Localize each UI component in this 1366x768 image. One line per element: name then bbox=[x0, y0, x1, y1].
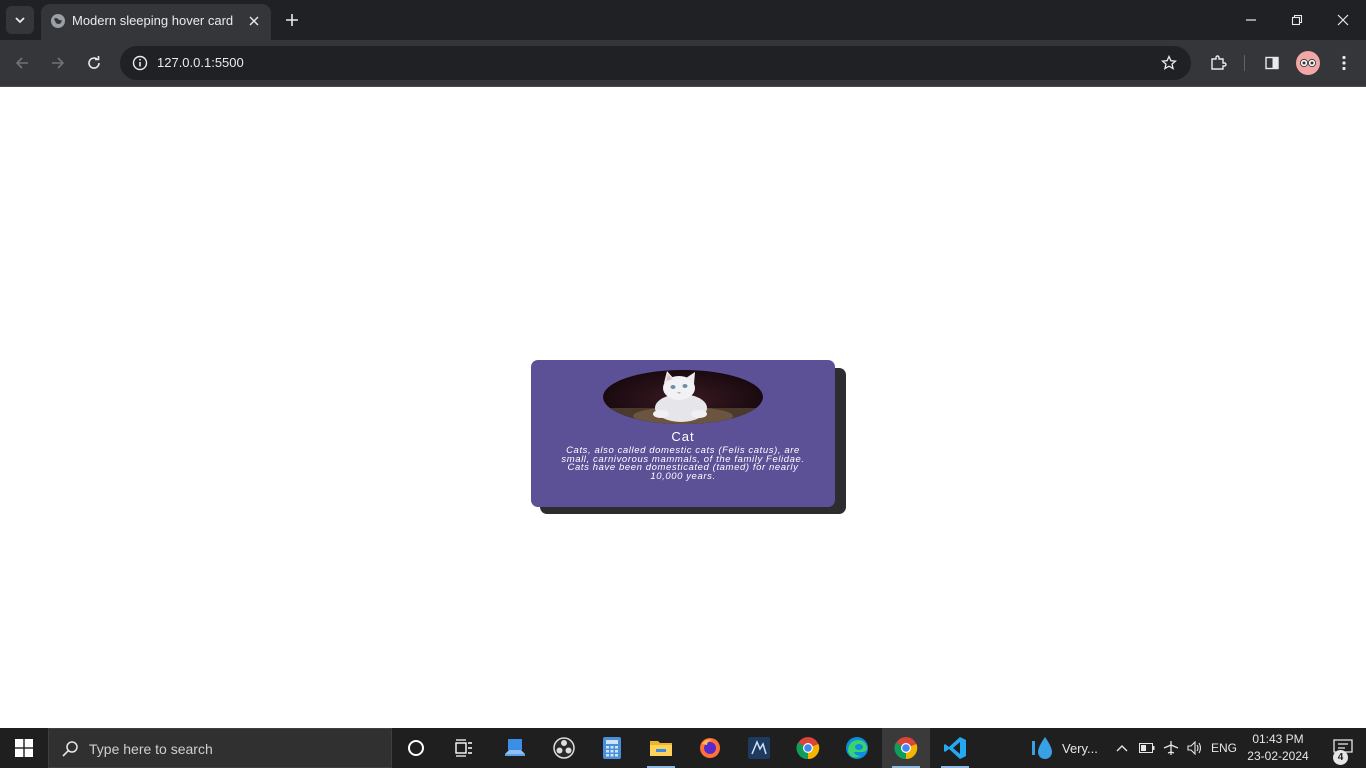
forward-button[interactable] bbox=[45, 50, 71, 76]
bookmark-button[interactable] bbox=[1157, 51, 1181, 75]
vscode-icon bbox=[944, 737, 966, 759]
star-icon bbox=[1161, 55, 1177, 70]
folder-icon bbox=[650, 741, 672, 756]
restore-button[interactable] bbox=[1274, 0, 1320, 40]
volume-icon bbox=[1187, 741, 1202, 755]
arrow-right-icon bbox=[52, 57, 65, 69]
taskbar-app-chrome-active[interactable] bbox=[882, 728, 930, 768]
globe-icon bbox=[51, 14, 65, 28]
site-info-button[interactable] bbox=[128, 51, 152, 75]
reload-button[interactable] bbox=[81, 50, 107, 76]
taskbar-app-obs[interactable] bbox=[540, 728, 588, 768]
active-tab[interactable]: Modern sleeping hover card bbox=[41, 4, 271, 40]
toolbar-separator bbox=[1244, 55, 1245, 71]
task-view-icon bbox=[455, 739, 472, 757]
taskbar-app-mysql-workbench[interactable] bbox=[735, 728, 783, 768]
hover-card[interactable]: Cat Cats, also called domestic cats (Fel… bbox=[531, 360, 835, 507]
profile-glasses-icon bbox=[1299, 58, 1317, 68]
search-icon bbox=[62, 741, 78, 757]
taskbar-app-vscode[interactable] bbox=[931, 728, 979, 768]
taskbar-app-edge[interactable] bbox=[833, 728, 881, 768]
profile-avatar[interactable] bbox=[1296, 51, 1320, 75]
chrome-icon bbox=[894, 737, 918, 760]
card-description: Cats, also called domestic cats (Felis c… bbox=[561, 445, 805, 482]
info-icon bbox=[132, 55, 148, 71]
chevron-down-icon bbox=[15, 17, 25, 24]
airplane-icon bbox=[1163, 741, 1179, 755]
weather-text: Very... bbox=[1062, 740, 1098, 756]
url-text: 127.0.0.1:5500 bbox=[157, 55, 244, 70]
calculator-icon bbox=[603, 737, 621, 759]
tab-search-button[interactable] bbox=[6, 6, 34, 34]
close-icon bbox=[249, 16, 259, 26]
notification-count-badge: 4 bbox=[1333, 750, 1348, 765]
cat-image bbox=[603, 370, 763, 424]
clock[interactable]: 01:43 PM 23-02-2024 bbox=[1240, 731, 1316, 765]
arrow-left-icon bbox=[15, 57, 28, 69]
weather-widget[interactable]: Very... bbox=[1030, 728, 1098, 768]
tab-close-button[interactable] bbox=[245, 12, 263, 30]
task-view-button[interactable] bbox=[440, 728, 488, 768]
address-bar[interactable]: 127.0.0.1:5500 bbox=[120, 46, 1191, 80]
search-placeholder: Type here to search bbox=[89, 741, 213, 757]
browser-toolbar: 127.0.0.1:5500 bbox=[0, 40, 1366, 86]
minimize-button[interactable] bbox=[1228, 0, 1274, 40]
volume-button[interactable] bbox=[1184, 728, 1206, 768]
battery-button[interactable] bbox=[1136, 728, 1158, 768]
workbench-icon bbox=[748, 737, 770, 759]
minimize-icon bbox=[1246, 19, 1256, 21]
input-language[interactable]: ENG bbox=[1211, 741, 1237, 755]
plus-icon bbox=[286, 14, 298, 26]
side-panel-icon bbox=[1265, 56, 1279, 70]
browser-tab-bar: Modern sleeping hover card bbox=[0, 0, 1366, 40]
clock-time: 01:43 PM bbox=[1252, 732, 1304, 746]
taskbar-app-chrome[interactable] bbox=[784, 728, 832, 768]
more-vertical-icon bbox=[1342, 55, 1346, 71]
close-icon bbox=[1337, 14, 1349, 26]
taskbar-search[interactable]: Type here to search bbox=[48, 728, 392, 768]
cortana-button[interactable] bbox=[392, 728, 440, 768]
cortana-icon bbox=[408, 740, 424, 756]
taskbar-app-firefox[interactable] bbox=[686, 728, 734, 768]
edge-icon bbox=[846, 737, 868, 759]
chevron-up-icon bbox=[1116, 745, 1128, 752]
back-button[interactable] bbox=[9, 50, 35, 76]
windows-logo-icon bbox=[15, 739, 33, 757]
taskbar-app-calculator[interactable] bbox=[588, 728, 636, 768]
clock-date: 23-02-2024 bbox=[1247, 749, 1309, 763]
side-panel-button[interactable] bbox=[1259, 50, 1285, 76]
laptop-app-icon bbox=[505, 739, 525, 756]
tab-title: Modern sleeping hover card bbox=[72, 13, 234, 28]
show-hidden-icons-button[interactable] bbox=[1112, 728, 1132, 768]
new-tab-button[interactable] bbox=[280, 8, 304, 32]
windows-taskbar: Type here to search Very... ENG 01:43 PM… bbox=[0, 728, 1366, 768]
reload-icon bbox=[88, 56, 100, 69]
obs-icon bbox=[553, 737, 575, 759]
extensions-button[interactable] bbox=[1205, 50, 1231, 76]
restore-icon bbox=[1291, 14, 1303, 26]
weather-icon bbox=[1032, 737, 1052, 759]
window-close-button[interactable] bbox=[1320, 0, 1366, 40]
cat-photo bbox=[603, 371, 763, 424]
chrome-menu-button[interactable] bbox=[1331, 50, 1357, 76]
taskbar-app-file-explorer[interactable] bbox=[637, 728, 685, 768]
page-content: Cat Cats, also called domestic cats (Fel… bbox=[0, 87, 1366, 728]
puzzle-icon bbox=[1211, 55, 1227, 70]
taskbar-app-laptop[interactable] bbox=[491, 728, 539, 768]
airplane-mode-button[interactable] bbox=[1160, 728, 1182, 768]
card-title: Cat bbox=[671, 429, 695, 444]
chrome-icon bbox=[796, 737, 820, 760]
battery-icon bbox=[1139, 743, 1155, 753]
firefox-icon bbox=[700, 738, 720, 758]
start-button[interactable] bbox=[0, 728, 48, 768]
